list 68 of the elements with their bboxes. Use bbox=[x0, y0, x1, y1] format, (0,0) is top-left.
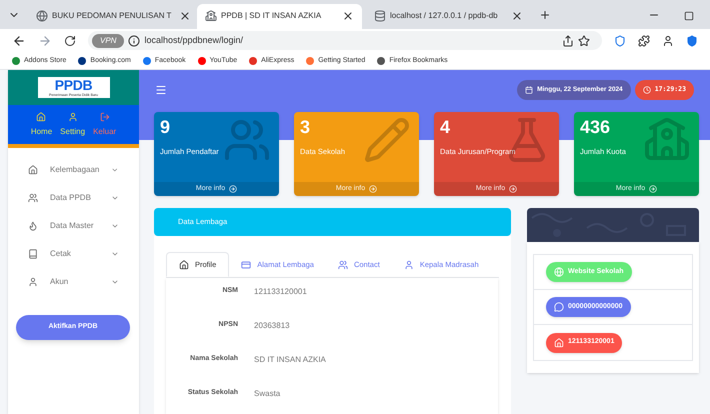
arrow-circle-icon bbox=[649, 185, 658, 193]
sidebar-item[interactable]: Data PPDB bbox=[8, 184, 139, 212]
tab-title: PPDB | SD IT INSAN AZKIA bbox=[221, 10, 322, 22]
chat-icon bbox=[554, 302, 564, 312]
caret-icon bbox=[111, 166, 119, 174]
stat-value: 436 bbox=[579, 116, 612, 138]
bookmark-star-icon[interactable] bbox=[578, 34, 590, 47]
globe-icon bbox=[36, 10, 48, 22]
share-icon[interactable] bbox=[562, 34, 574, 47]
close-icon[interactable] bbox=[179, 10, 192, 22]
globe-icon bbox=[554, 267, 564, 277]
caret-icon bbox=[111, 194, 119, 202]
flame-icon bbox=[28, 221, 38, 231]
user-icon bbox=[404, 260, 414, 270]
close-icon[interactable] bbox=[511, 10, 523, 22]
menu-icon[interactable] bbox=[155, 84, 167, 96]
users-icon bbox=[338, 260, 348, 270]
book-icon bbox=[28, 249, 38, 259]
back-icon[interactable] bbox=[12, 34, 26, 48]
home-icon bbox=[36, 112, 46, 122]
reload-icon[interactable] bbox=[64, 34, 76, 47]
close-icon[interactable] bbox=[342, 10, 354, 22]
card-icon bbox=[241, 260, 252, 270]
stat-value: 9 bbox=[159, 116, 172, 138]
school-icon bbox=[205, 10, 217, 22]
pencil-icon bbox=[363, 116, 411, 164]
field-value: SD IT INSAN AZKIA bbox=[254, 354, 326, 366]
sidebar-item[interactable]: Kelembagaan bbox=[8, 156, 139, 184]
caret-icon bbox=[111, 222, 119, 230]
forward-icon[interactable] bbox=[38, 34, 52, 48]
caret-icon bbox=[111, 250, 119, 258]
home-icon bbox=[554, 338, 564, 348]
tab-title: localhost / 127.0.0.1 / ppdb-db bbox=[390, 10, 498, 22]
logout-icon bbox=[100, 112, 110, 122]
home-icon bbox=[28, 165, 38, 175]
restore-icon[interactable] bbox=[684, 10, 694, 21]
arrow-circle-icon bbox=[509, 185, 518, 193]
calendar-icon bbox=[525, 86, 534, 94]
home-icon bbox=[179, 260, 189, 270]
user-icon bbox=[68, 112, 78, 122]
url-text: localhost/ppdbnew/login/ bbox=[144, 34, 244, 47]
caret-icon bbox=[111, 278, 119, 286]
sidebar-item[interactable]: Akun bbox=[8, 268, 139, 296]
address-field[interactable]: VPN localhost/ppdbnew/login/ bbox=[88, 31, 602, 50]
quick-nav-link[interactable]: Home bbox=[30, 112, 52, 138]
browser-tab[interactable]: PPDB | SD IT INSAN AZKIA bbox=[197, 4, 362, 29]
shield-icon[interactable] bbox=[614, 34, 626, 47]
database-icon bbox=[374, 10, 386, 22]
users-icon bbox=[28, 193, 38, 203]
shield-icon[interactable] bbox=[686, 34, 698, 47]
vpn-badge[interactable]: VPN bbox=[92, 34, 124, 48]
field-value: 20363813 bbox=[254, 320, 290, 332]
sidebar-item[interactable]: Cetak bbox=[8, 240, 139, 268]
field-value: Swasta bbox=[254, 388, 280, 400]
sidebar-item[interactable]: Data Master bbox=[8, 212, 139, 240]
extensions-icon[interactable] bbox=[638, 34, 650, 47]
arrow-circle-icon bbox=[369, 185, 378, 193]
arrow-circle-icon bbox=[229, 185, 238, 193]
new-tab-icon[interactable] bbox=[539, 8, 551, 21]
profile-icon[interactable] bbox=[662, 34, 674, 47]
field-value: 121133120001 bbox=[254, 286, 307, 298]
info-icon[interactable] bbox=[128, 34, 140, 47]
stat-value: 3 bbox=[299, 116, 312, 138]
quick-nav-link[interactable]: Setting bbox=[60, 112, 86, 138]
tab-title: BUKU PEDOMAN PENULISAN T bbox=[52, 10, 172, 22]
clock-icon bbox=[642, 86, 651, 94]
user-icon bbox=[28, 277, 38, 287]
stat-value: 4 bbox=[439, 116, 452, 138]
